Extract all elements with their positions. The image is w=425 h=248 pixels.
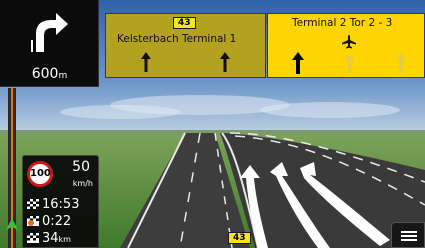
speed-limit-sign: 100 [27,161,53,187]
arrival-time: 16:53 [42,197,80,212]
remaining-distance-unit: km [58,235,71,244]
current-road-shield: 43 [228,232,251,244]
straight-arrow-icon [292,52,304,74]
straight-arrow-icon [345,53,355,73]
remaining-distance: 34 [42,231,59,246]
turn-distance: 600m [0,66,99,82]
turn-distance-unit: m [58,71,68,81]
navigation-screen: 600m 43 Kelsterbach Terminal 1 Terminal … [0,0,425,248]
remaining-distance-row: 34km [27,231,71,247]
straight-arrow-icon [141,52,151,72]
trip-info-panel[interactable]: 100 50 km/h 16:53 0:22 34km [22,155,99,248]
route-shield: 43 [173,17,196,29]
current-position-icon [6,218,18,230]
remaining-time: 0:22 [42,214,72,229]
timer-flag-icon [27,216,39,226]
straight-arrow-icon [396,53,406,73]
remaining-time-row: 0:22 [27,214,71,230]
airplane-icon [342,35,356,49]
sign-right-text: Terminal 2 Tor 2 - 3 [292,17,393,29]
speed-unit: km/h [72,179,93,188]
straight-arrow-icon [220,52,230,72]
sign-left-text: Kelsterbach Terminal 1 [117,33,237,45]
turn-arrow-icon [31,13,68,52]
signpost-left: 43 Kelsterbach Terminal 1 [105,13,266,78]
menu-button[interactable] [391,222,425,248]
current-speed: 50 [72,159,90,175]
finish-flag-icon [27,199,39,209]
distance-flag-icon [27,233,39,243]
arrival-time-row: 16:53 [27,197,79,213]
turn-distance-value: 600 [31,66,59,82]
turn-instruction-panel[interactable]: 600m [0,0,99,87]
signpost-right: Terminal 2 Tor 2 - 3 [267,13,425,78]
